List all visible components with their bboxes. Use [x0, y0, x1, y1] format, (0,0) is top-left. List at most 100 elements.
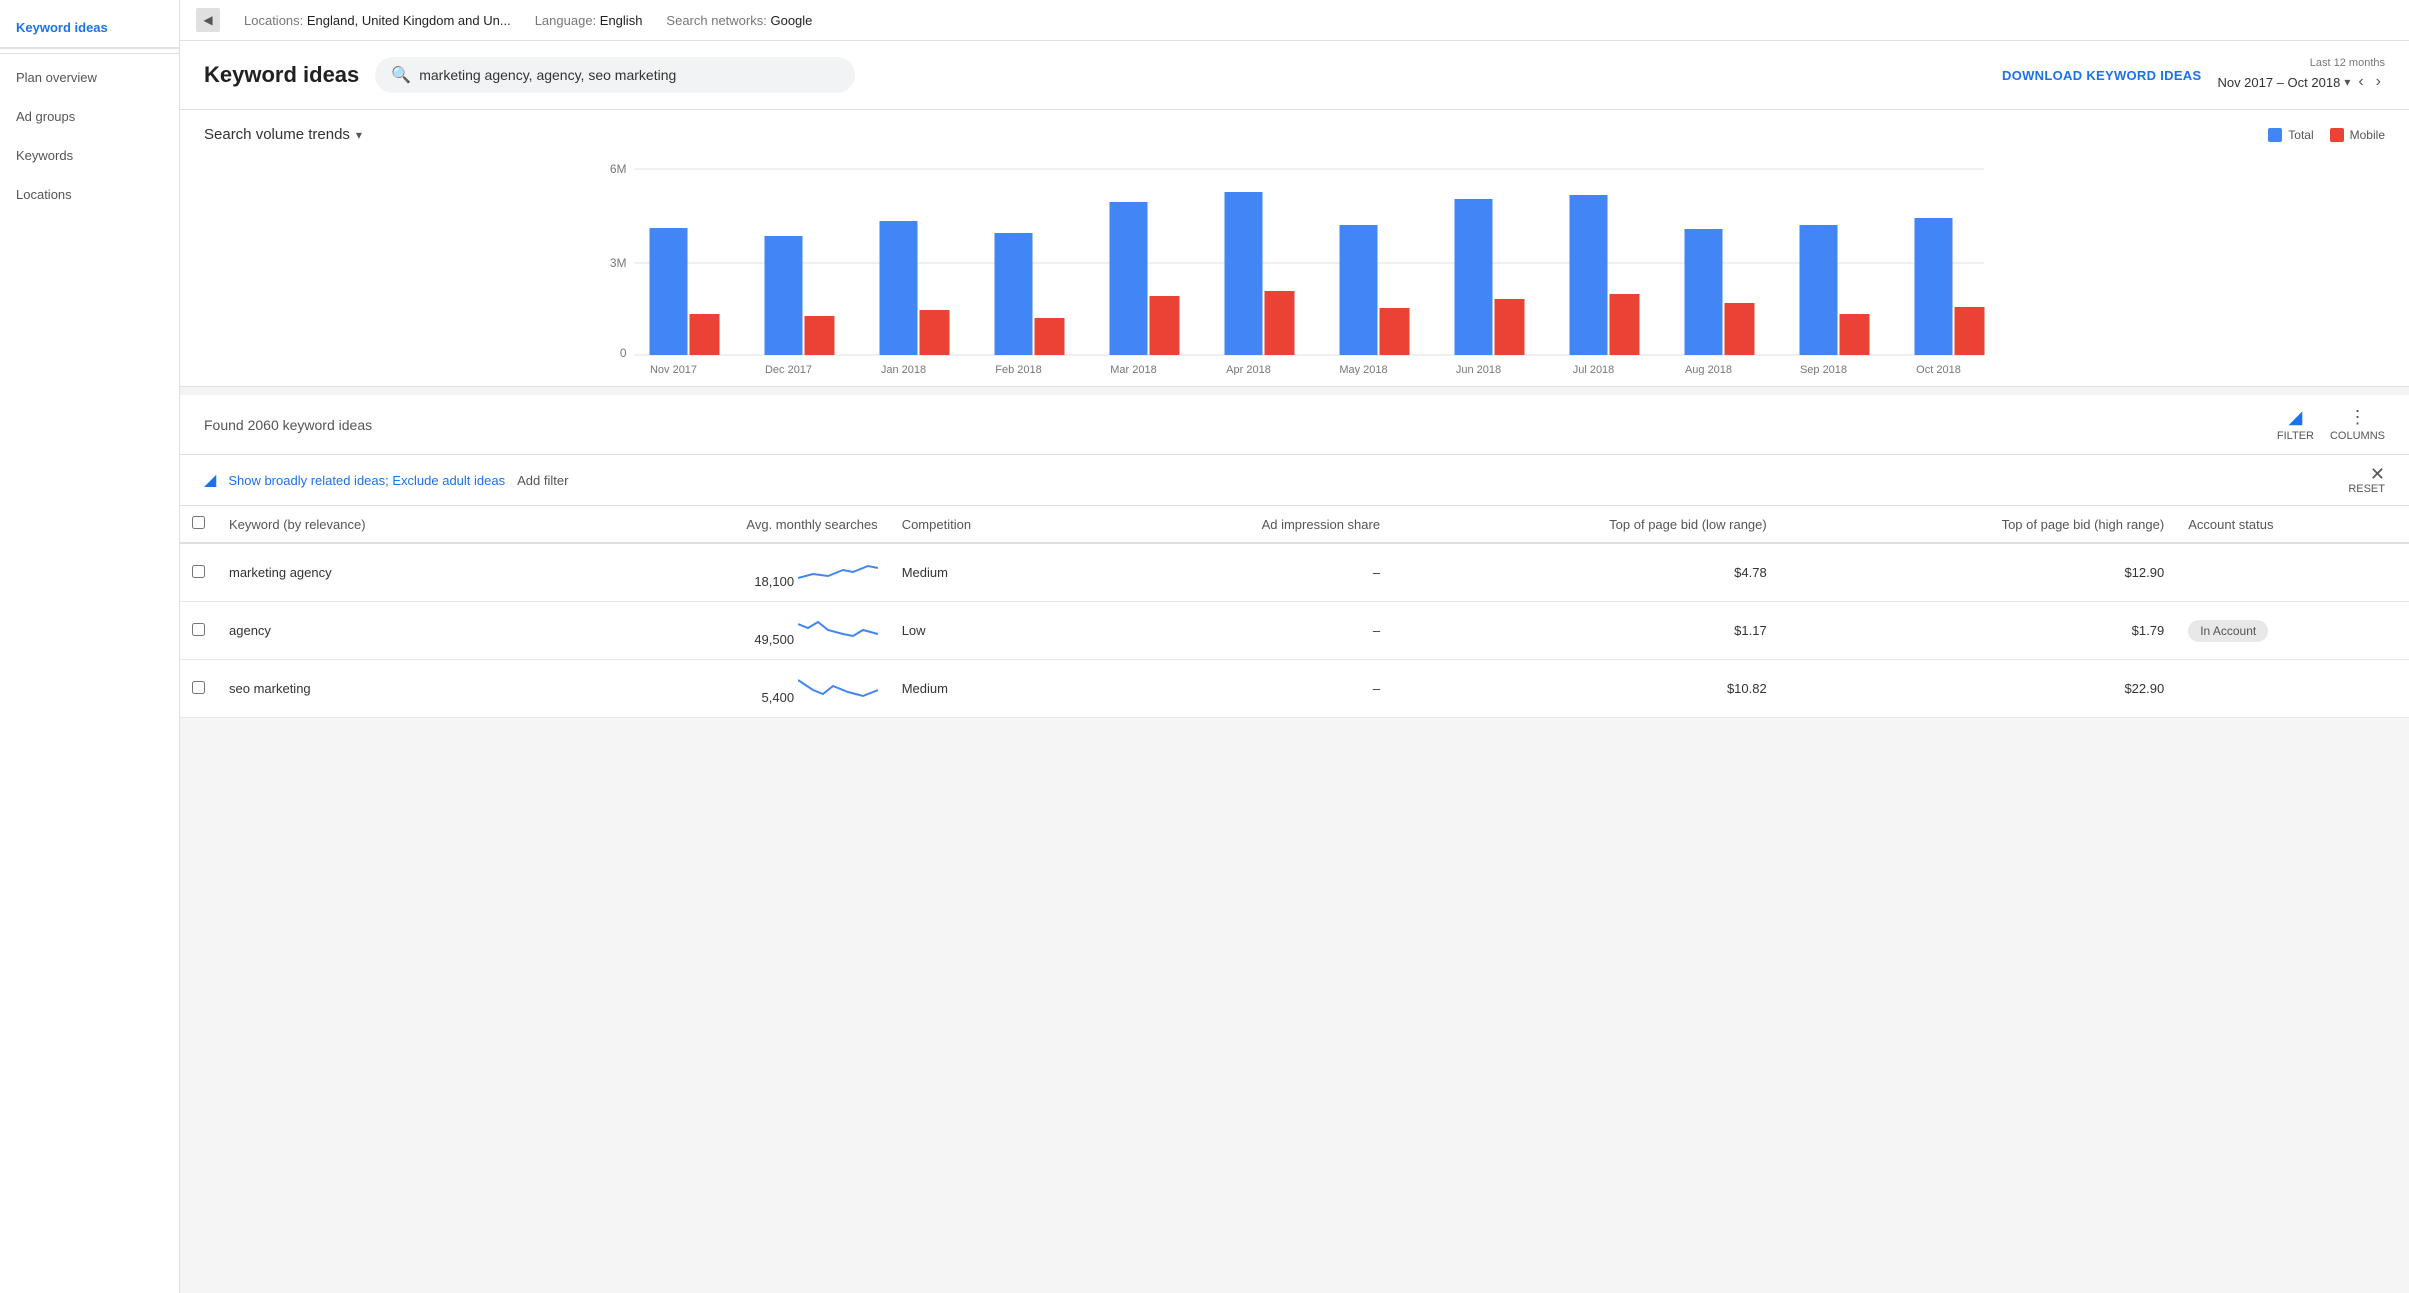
select-all-checkbox[interactable]	[192, 516, 205, 529]
bar-may2018-mobile	[1380, 308, 1410, 355]
label-dec2017: Dec 2017	[765, 364, 812, 375]
add-filter-button[interactable]: Add filter	[517, 473, 568, 488]
table-header: Keyword (by relevance) Avg. monthly sear…	[180, 506, 2409, 543]
bar-chart: 6M 3M 0 Nov 2017 Dec 2017	[204, 155, 2385, 378]
cell-top-bid-high: $12.90	[1779, 543, 2176, 602]
bar-aug2018-mobile	[1725, 303, 1755, 355]
bar-jan2018-total	[880, 221, 918, 355]
y-axis-0: 0	[620, 346, 627, 360]
page-title: Keyword ideas	[204, 62, 359, 88]
date-range-prev-button[interactable]: ‹	[2354, 71, 2367, 93]
columns-button[interactable]: ⋮ COLUMNS	[2330, 407, 2385, 442]
date-range-section: Last 12 months Nov 2017 – Oct 2018 ▾ ‹ ›	[2217, 57, 2385, 93]
filter-bar: ◢ Show broadly related ideas; Exclude ad…	[180, 455, 2409, 506]
bar-jul2018-mobile	[1610, 294, 1640, 355]
header-keyword: Keyword (by relevance)	[217, 506, 559, 543]
topbar-locations: Locations: England, United Kingdom and U…	[244, 13, 511, 28]
sidebar: Keyword ideas Plan overview Ad groups Ke…	[0, 0, 180, 1293]
y-axis-6m: 6M	[610, 162, 627, 176]
header-account-status: Account status	[2176, 506, 2409, 543]
cell-top-bid-low: $4.78	[1392, 543, 1779, 602]
bar-jan2018-mobile	[920, 310, 950, 355]
content-header: Keyword ideas 🔍 DOWNLOAD KEYWORD IDEAS L…	[180, 41, 2409, 110]
cell-top-bid-low: $10.82	[1392, 660, 1779, 718]
cell-competition: Low	[890, 602, 1089, 660]
bar-mar2018-total	[1110, 202, 1148, 355]
row-checkbox-cell	[180, 602, 217, 660]
label-jul2018: Jul 2018	[1573, 364, 1615, 375]
sidebar-item-ad-groups[interactable]: Ad groups	[0, 97, 179, 136]
bar-apr2018-total	[1225, 192, 1263, 355]
bar-jun2018-total	[1455, 199, 1493, 355]
topbar-language: Language: English	[535, 13, 643, 28]
collapse-sidebar-button[interactable]: ◀	[196, 8, 220, 32]
cell-ad-impression: –	[1089, 660, 1393, 718]
sidebar-item-locations[interactable]: Locations	[0, 175, 179, 214]
label-sep2018: Sep 2018	[1800, 364, 1847, 375]
main-content: ◀ Locations: England, United Kingdom and…	[180, 0, 2409, 1293]
header-top-bid-high: Top of page bid (high range)	[1779, 506, 2176, 543]
cell-keyword: agency	[217, 602, 559, 660]
bar-oct2018-mobile	[1955, 307, 1985, 355]
filter-text[interactable]: Show broadly related ideas; Exclude adul…	[228, 473, 505, 488]
bar-mar2018-mobile	[1150, 296, 1180, 355]
label-nov2017: Nov 2017	[650, 364, 697, 375]
cell-account-status	[2176, 543, 2409, 602]
row-checkbox-2[interactable]	[192, 681, 205, 694]
row-checkbox-cell	[180, 660, 217, 718]
filter-funnel-icon: ◢	[204, 470, 216, 490]
label-may2018: May 2018	[1339, 364, 1387, 375]
bar-jun2018-mobile	[1495, 299, 1525, 355]
chart-title-dropdown-icon[interactable]: ▾	[356, 128, 362, 142]
legend-total: Total	[2268, 128, 2313, 142]
close-filter-button[interactable]: ✕	[2370, 465, 2385, 483]
cell-top-bid-high: $22.90	[1779, 660, 2176, 718]
table-header-row: Found 2060 keyword ideas ◢ FILTER ⋮ COLU…	[180, 395, 2409, 455]
topbar: ◀ Locations: England, United Kingdom and…	[180, 0, 2409, 41]
label-jun2018: Jun 2018	[1456, 364, 1501, 375]
y-axis-3m: 3M	[610, 256, 627, 270]
label-oct2018: Oct 2018	[1916, 364, 1961, 375]
sidebar-item-plan-overview[interactable]: Plan overview	[0, 58, 179, 97]
bar-chart-svg: 6M 3M 0 Nov 2017 Dec 2017	[204, 155, 2385, 375]
sidebar-item-keyword-ideas[interactable]: Keyword ideas	[0, 8, 179, 49]
chart-legend: Total Mobile	[2268, 128, 2385, 142]
label-feb2018: Feb 2018	[995, 364, 1041, 375]
label-apr2018: Apr 2018	[1226, 364, 1271, 375]
sidebar-item-keywords[interactable]: Keywords	[0, 136, 179, 175]
bar-nov2017-total	[650, 228, 688, 355]
table-section: Found 2060 keyword ideas ◢ FILTER ⋮ COLU…	[180, 395, 2409, 718]
header-checkbox-cell	[180, 506, 217, 543]
cell-top-bid-low: $1.17	[1392, 602, 1779, 660]
date-range-label: Last 12 months	[2310, 57, 2385, 69]
cell-competition: Medium	[890, 660, 1089, 718]
in-account-badge: In Account	[2188, 620, 2268, 642]
found-count: Found 2060 keyword ideas	[204, 417, 2277, 433]
cell-avg-monthly: 18,100	[559, 543, 890, 602]
table-actions: ◢ FILTER ⋮ COLUMNS	[2277, 407, 2385, 442]
filter-icon: ◢	[2289, 407, 2303, 428]
search-box[interactable]: 🔍	[375, 57, 855, 93]
bar-jul2018-total	[1570, 195, 1608, 355]
cell-avg-monthly: 49,500	[559, 602, 890, 660]
cell-keyword: seo marketing	[217, 660, 559, 718]
label-mar2018: Mar 2018	[1110, 364, 1156, 375]
bar-feb2018-mobile	[1035, 318, 1065, 355]
row-checkbox-0[interactable]	[192, 565, 205, 578]
cell-account-status: In Account	[2176, 602, 2409, 660]
cell-top-bid-high: $1.79	[1779, 602, 2176, 660]
cell-account-status	[2176, 660, 2409, 718]
row-checkbox-1[interactable]	[192, 623, 205, 636]
search-input[interactable]	[419, 67, 839, 83]
date-range-next-button[interactable]: ›	[2372, 71, 2385, 93]
topbar-search-networks: Search networks: Google	[666, 13, 812, 28]
filter-button[interactable]: ◢ FILTER	[2277, 407, 2314, 442]
cell-ad-impression: –	[1089, 602, 1393, 660]
bar-oct2018-total	[1915, 218, 1953, 355]
legend-mobile-color	[2330, 128, 2344, 142]
date-range-dropdown-icon[interactable]: ▾	[2344, 75, 2350, 89]
cell-keyword: marketing agency	[217, 543, 559, 602]
download-keyword-ideas-button[interactable]: DOWNLOAD KEYWORD IDEAS	[2002, 68, 2201, 83]
header-ad-impression: Ad impression share	[1089, 506, 1393, 543]
header-avg-monthly: Avg. monthly searches	[559, 506, 890, 543]
